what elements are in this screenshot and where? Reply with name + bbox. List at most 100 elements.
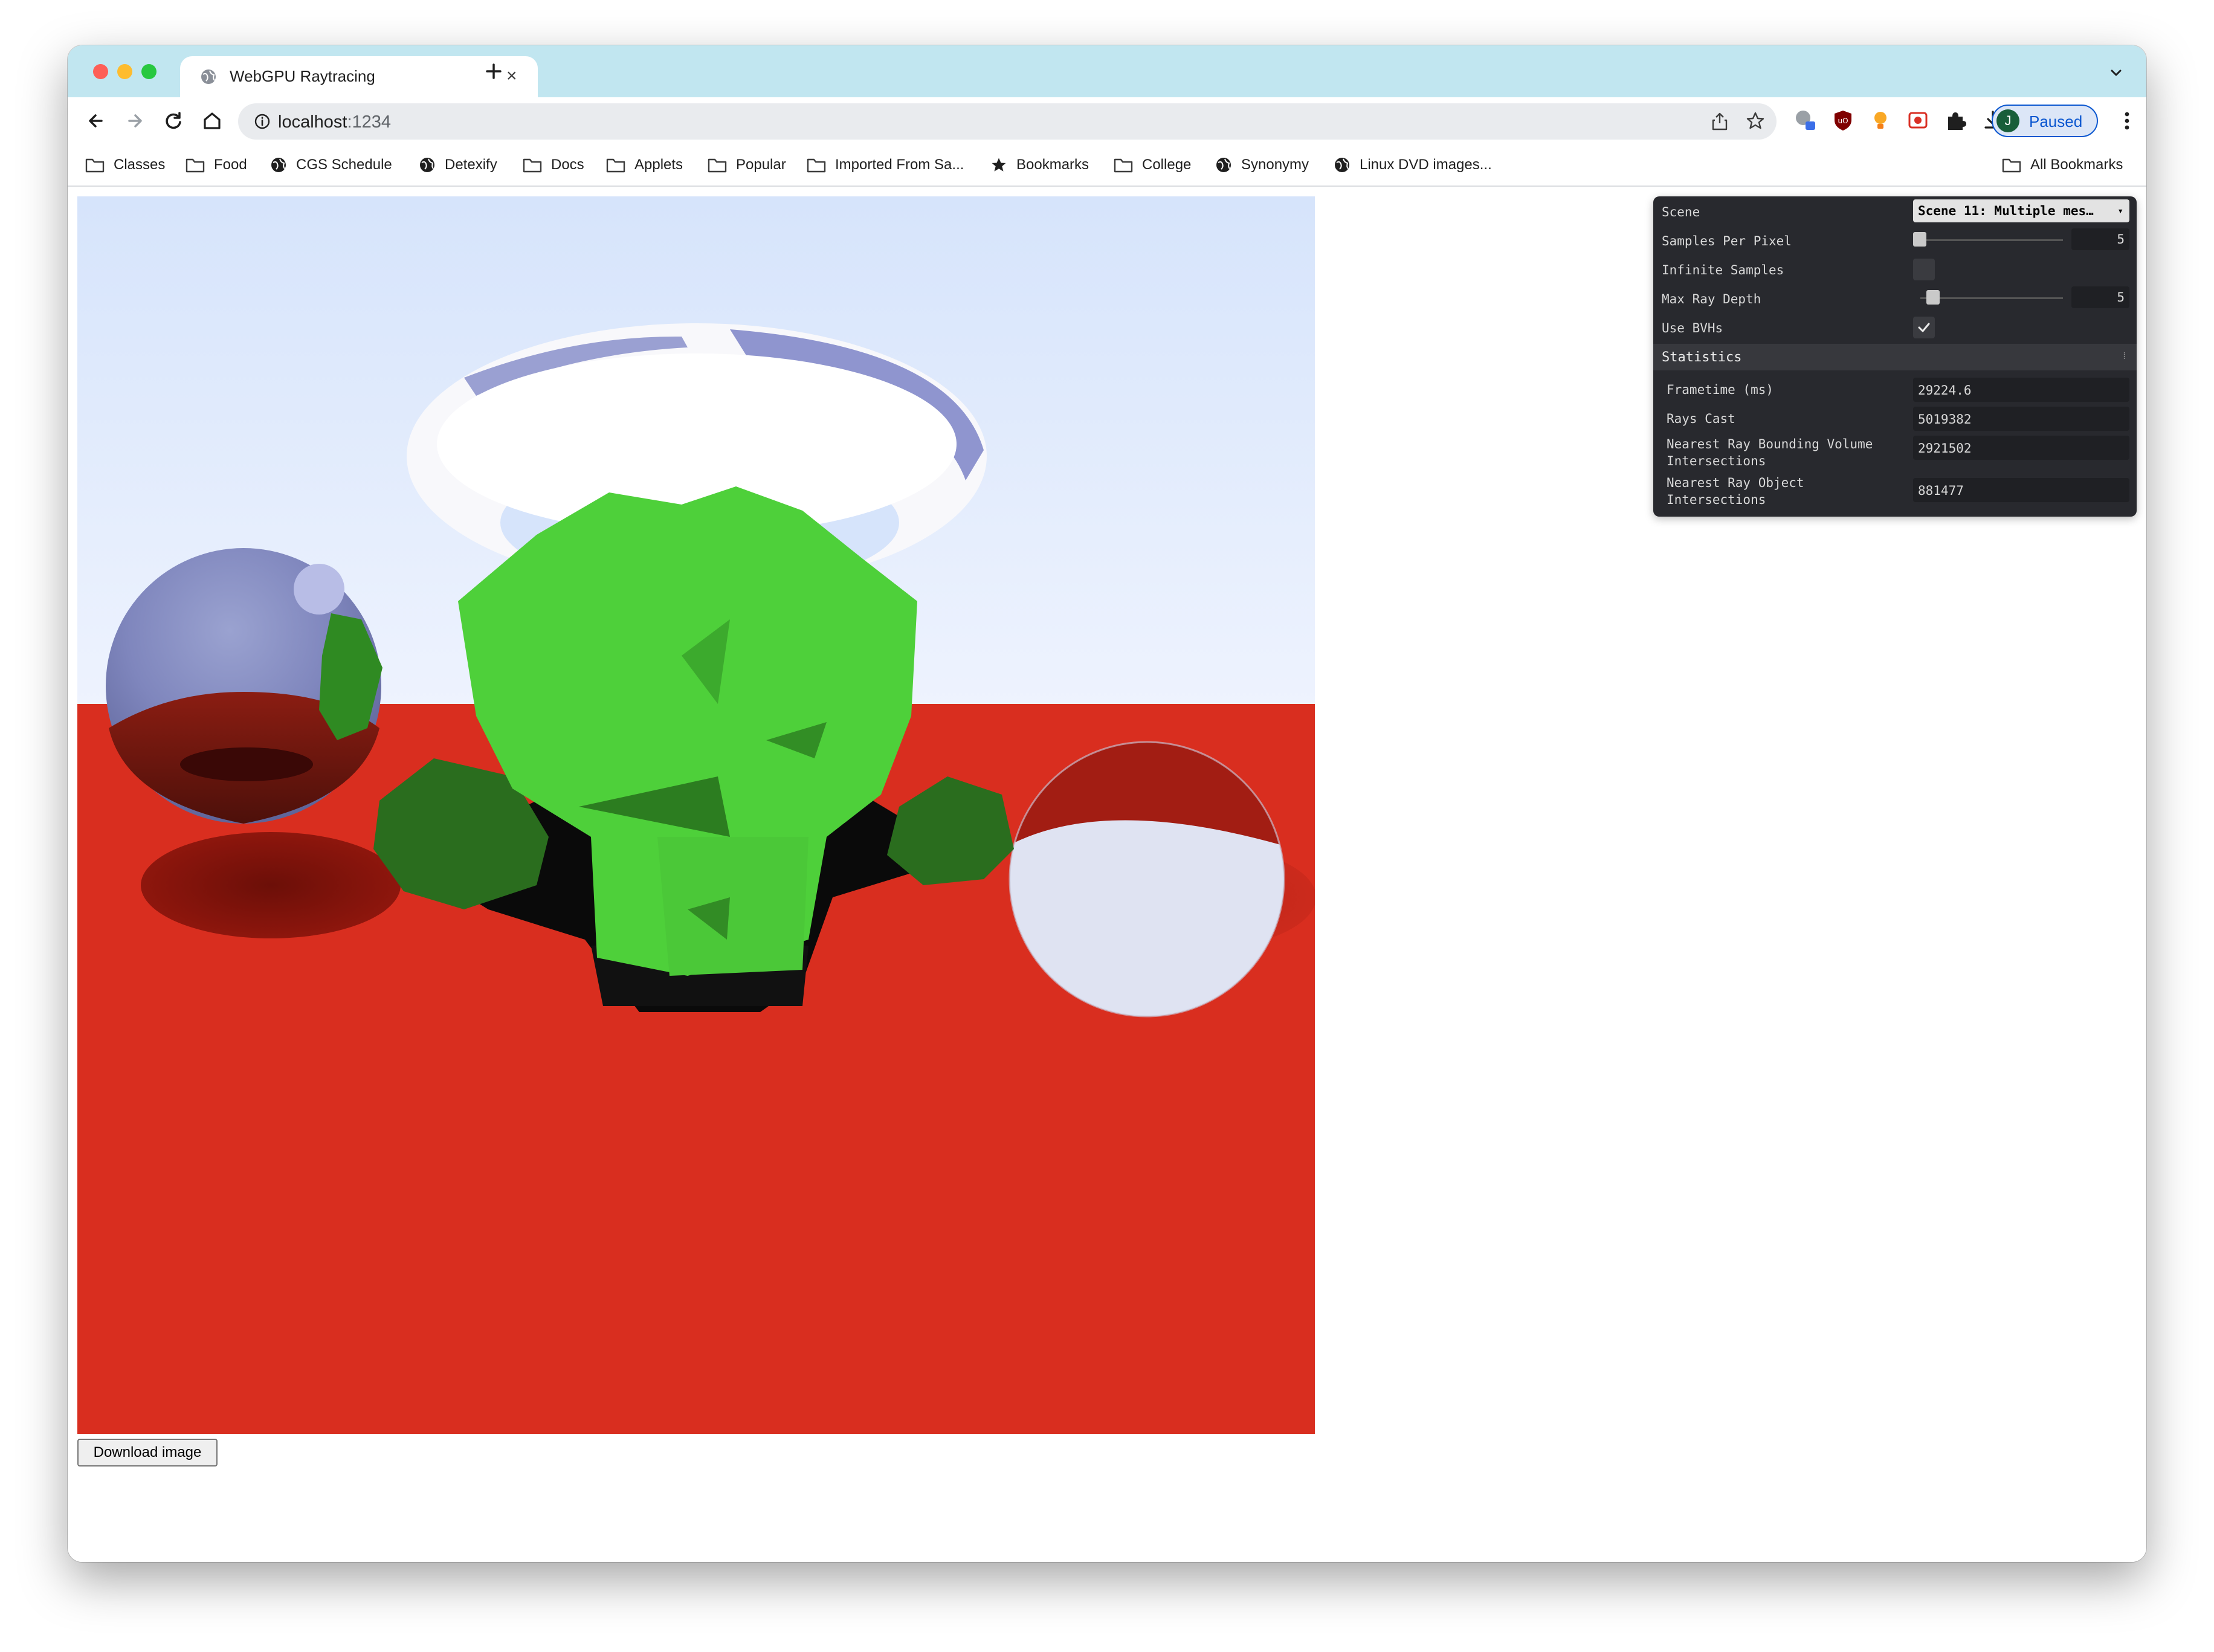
- page-content: Download image Scene Scene 11: Multiple …: [68, 187, 2146, 1562]
- bookmark-food[interactable]: Food: [185, 153, 247, 177]
- share-icon[interactable]: [1710, 111, 1729, 135]
- samples-slider-track[interactable]: [1920, 239, 2063, 241]
- bookmark-detexify[interactable]: Detexify: [418, 153, 497, 177]
- infinite-samples-row: Infinite Samples: [1653, 254, 2137, 283]
- stat-row: Rays Cast 5019382: [1653, 404, 2137, 433]
- stat-label: Nearest Ray Object Intersections: [1667, 476, 1804, 507]
- stat-label: Nearest Ray Bounding Volume Intersection…: [1667, 437, 1873, 468]
- infinite-samples-checkbox[interactable]: [1913, 259, 1935, 280]
- bookmark-synonymy[interactable]: Synonymy: [1215, 153, 1309, 177]
- profile-button[interactable]: J Paused: [1992, 105, 2098, 137]
- stat-row: Frametime (ms) 29224.6: [1653, 375, 2137, 404]
- bookmark-label: Classes: [114, 156, 166, 173]
- profile-status: Paused: [2029, 112, 2083, 131]
- collapse-icon: ⁞: [2123, 350, 2126, 361]
- max-depth-number-input[interactable]: 5: [2071, 286, 2129, 308]
- controls-panel: Scene Scene 11: Multiple mes… ▾ Samples …: [1653, 196, 2137, 517]
- svg-text:uO: uO: [1838, 117, 1848, 125]
- more-menu-icon[interactable]: [2120, 108, 2134, 137]
- folder-icon: [2002, 158, 2021, 173]
- max-depth-label: Max Ray Depth: [1662, 292, 1761, 306]
- scene-row: Scene Scene 11: Multiple mes… ▾: [1653, 196, 2137, 225]
- folder-icon: [1114, 158, 1133, 173]
- checkmark-icon: [1918, 323, 1930, 332]
- browser-window: WebGPU Raytracing × localhost:1234 uO J …: [68, 45, 2146, 1562]
- folder-icon: [523, 158, 542, 173]
- maximize-window-button[interactable]: [141, 64, 157, 79]
- bookmark-bookmarks[interactable]: Bookmarks: [990, 153, 1089, 177]
- max-depth-row: Max Ray Depth 5: [1653, 283, 2137, 312]
- bookmark-label: Synonymy: [1241, 156, 1309, 173]
- stat-label: Frametime (ms): [1667, 382, 1774, 397]
- bookmark-linux-dvd-images[interactable]: Linux DVD images...: [1333, 153, 1492, 177]
- stat-label: Rays Cast: [1667, 411, 1735, 426]
- url-host: localhost: [278, 112, 347, 132]
- globe-icon: [1216, 158, 1231, 172]
- stat-value: 29224.6: [1913, 378, 2129, 402]
- lightbulb-icon[interactable]: [1868, 108, 1893, 132]
- avatar: J: [1996, 109, 2019, 132]
- globe-icon: [271, 158, 286, 172]
- samples-number-input[interactable]: 5: [2071, 228, 2129, 250]
- forward-arrow-icon[interactable]: [122, 108, 147, 134]
- max-depth-slider-track[interactable]: [1920, 297, 2063, 299]
- download-image-button[interactable]: Download image: [77, 1439, 218, 1466]
- tab-title: WebGPU Raytracing: [230, 67, 375, 85]
- new-tab-button[interactable]: [483, 61, 504, 85]
- bookmark-label: CGS Schedule: [296, 156, 392, 173]
- address-bar[interactable]: localhost:1234: [238, 103, 1777, 140]
- chevron-down-icon: ▾: [2117, 205, 2123, 216]
- extensions-puzzle-icon[interactable]: [1943, 108, 1967, 132]
- bookmarks-bar: Classes Food CGS Schedule Detexify Docs …: [68, 144, 2146, 187]
- stat-row: Nearest Ray Object Intersections 881477: [1653, 472, 2137, 511]
- bookmark-imported-from-safari[interactable]: Imported From Sa...: [806, 153, 964, 177]
- ublock-shield-icon[interactable]: uO: [1831, 108, 1855, 132]
- bookmark-classes[interactable]: Classes: [85, 153, 165, 177]
- folder-icon: [606, 158, 625, 173]
- globe-icon: [199, 68, 218, 89]
- bookmark-star-icon[interactable]: [1745, 111, 1766, 134]
- all-bookmarks[interactable]: All Bookmarks: [2001, 153, 2123, 177]
- extension-chat-icon[interactable]: [1793, 108, 1818, 132]
- use-bvh-row: Use BVHs: [1653, 312, 2137, 341]
- close-window-button[interactable]: [93, 64, 108, 79]
- globe-icon: [1335, 158, 1349, 172]
- use-bvh-checkbox[interactable]: [1913, 317, 1935, 338]
- bookmark-label: Food: [214, 156, 247, 173]
- bookmark-label: Imported From Sa...: [835, 156, 964, 173]
- stat-row: Nearest Ray Bounding Volume Intersection…: [1653, 433, 2137, 472]
- use-bvh-label: Use BVHs: [1662, 321, 1723, 335]
- url-text[interactable]: localhost:1234: [278, 112, 391, 132]
- site-info-icon[interactable]: [254, 113, 271, 133]
- scene-select-value: Scene 11: Multiple mes…: [1918, 204, 2094, 218]
- tab-search-chevron-icon[interactable]: [2108, 65, 2125, 85]
- folder-icon: [85, 158, 105, 173]
- stat-value: 881477: [1913, 478, 2129, 502]
- bookmark-popular[interactable]: Popular: [707, 153, 786, 177]
- bookmark-college[interactable]: College: [1113, 153, 1191, 177]
- reload-icon[interactable]: [161, 108, 186, 134]
- bookmark-label: Detexify: [445, 156, 497, 173]
- samples-slider-handle[interactable]: [1913, 232, 1926, 247]
- statistics-folder-header[interactable]: Statistics ⁞: [1653, 344, 2137, 370]
- screen-record-icon[interactable]: [1906, 108, 1930, 132]
- folder-icon: [186, 158, 205, 173]
- all-bookmarks-label: All Bookmarks: [2030, 156, 2123, 173]
- bookmark-docs[interactable]: Docs: [522, 153, 584, 177]
- bookmark-label: Applets: [634, 156, 683, 173]
- minimize-window-button[interactable]: [117, 64, 132, 79]
- bookmark-cgs-schedule[interactable]: CGS Schedule: [269, 153, 392, 177]
- max-depth-slider-handle[interactable]: [1926, 290, 1940, 305]
- bookmark-label: Popular: [736, 156, 786, 173]
- stat-value: 2921502: [1913, 436, 2129, 460]
- tab-close-button[interactable]: ×: [506, 66, 517, 86]
- home-icon[interactable]: [199, 108, 225, 134]
- star-icon: [992, 158, 1006, 172]
- tab-strip: WebGPU Raytracing ×: [68, 45, 2146, 97]
- scene-select[interactable]: Scene 11: Multiple mes… ▾: [1913, 199, 2129, 222]
- bookmark-label: College: [1142, 156, 1192, 173]
- back-arrow-icon[interactable]: [83, 108, 109, 134]
- statistics-title: Statistics: [1662, 350, 1742, 365]
- raytrace-render-canvas[interactable]: [77, 196, 1315, 1434]
- bookmark-applets[interactable]: Applets: [605, 153, 683, 177]
